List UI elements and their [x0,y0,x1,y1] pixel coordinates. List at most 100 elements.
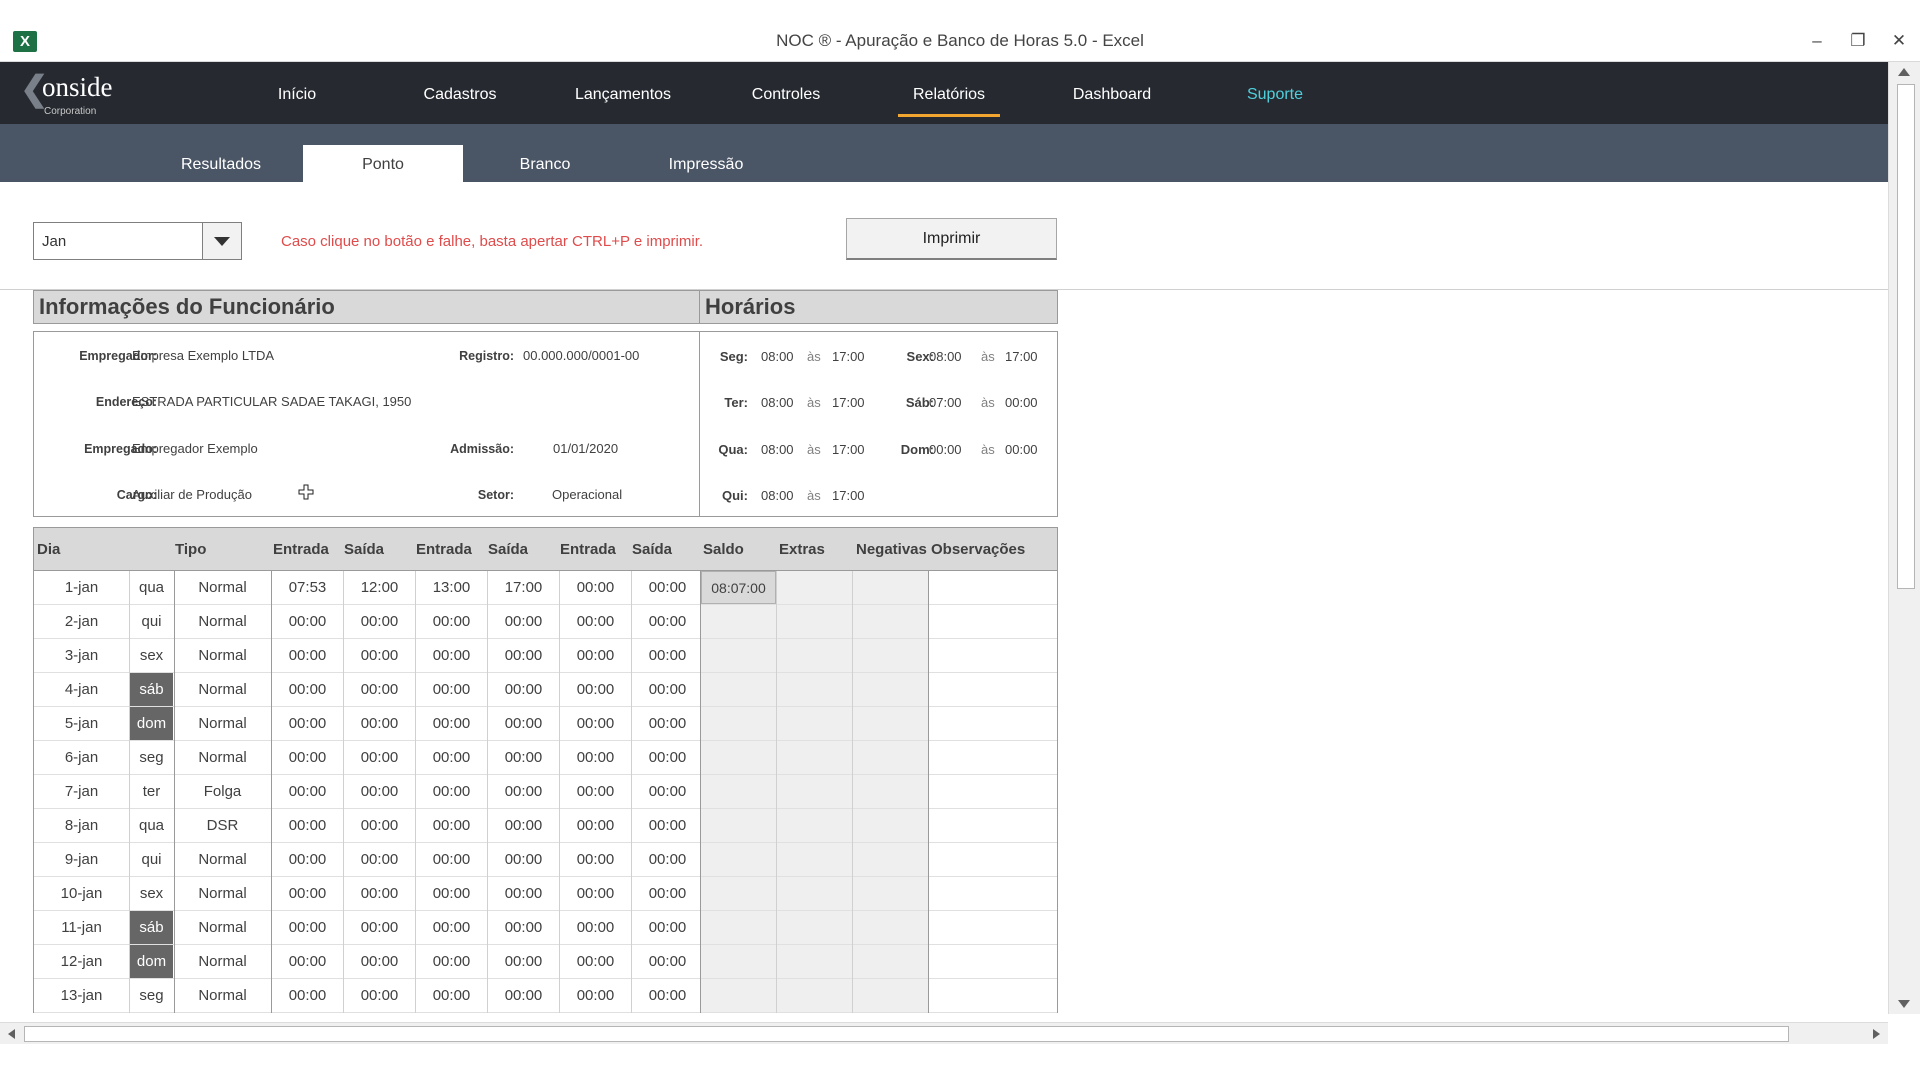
row-time-5[interactable]: 00:00 [560,571,631,604]
row-time-2[interactable]: 00:00 [344,605,415,638]
row-tipo[interactable]: Normal [174,945,271,978]
row-time-3[interactable]: 00:00 [416,775,487,808]
row-time-5[interactable]: 00:00 [560,945,631,978]
row-observacoes[interactable] [929,877,1057,910]
row-time-6[interactable]: 00:00 [632,809,703,842]
nav-suporte[interactable]: Suporte [1247,86,1303,104]
row-observacoes[interactable] [929,911,1057,944]
row-time-3[interactable]: 00:00 [416,911,487,944]
scroll-up-icon[interactable] [1898,68,1910,76]
row-time-6[interactable]: 00:00 [632,775,703,808]
month-select[interactable]: Jan [33,222,242,260]
row-time-2[interactable]: 00:00 [344,741,415,774]
tab-impressao[interactable]: Impressão [669,156,744,174]
row-observacoes[interactable] [929,639,1057,672]
row-observacoes[interactable] [929,775,1057,808]
tab-ponto[interactable]: Ponto [362,156,404,174]
row-time-2[interactable]: 00:00 [344,945,415,978]
row-time-1[interactable]: 00:00 [272,673,343,706]
row-observacoes[interactable] [929,707,1057,740]
restore-icon[interactable]: ❐ [1840,29,1876,53]
vertical-scrollbar[interactable] [1888,62,1920,1014]
row-time-1[interactable]: 00:00 [272,809,343,842]
row-time-4[interactable]: 00:00 [488,843,559,876]
row-time-1[interactable]: 00:00 [272,605,343,638]
row-time-5[interactable]: 00:00 [560,741,631,774]
row-observacoes[interactable] [929,741,1057,774]
row-time-5[interactable]: 00:00 [560,877,631,910]
row-time-6[interactable]: 00:00 [632,877,703,910]
row-time-2[interactable]: 00:00 [344,877,415,910]
horizontal-scroll-thumb[interactable] [24,1026,1789,1042]
row-time-1[interactable]: 00:00 [272,911,343,944]
row-tipo[interactable]: Normal [174,605,271,638]
nav-dashboard[interactable]: Dashboard [1073,86,1151,104]
row-time-5[interactable]: 00:00 [560,979,631,1012]
row-time-4[interactable]: 00:00 [488,741,559,774]
row-time-4[interactable]: 00:00 [488,945,559,978]
row-time-3[interactable]: 00:00 [416,673,487,706]
row-time-6[interactable]: 00:00 [632,911,703,944]
row-time-1[interactable]: 00:00 [272,945,343,978]
row-tipo[interactable]: DSR [174,809,271,842]
print-button[interactable]: Imprimir [846,218,1057,260]
row-time-1[interactable]: 00:00 [272,639,343,672]
scroll-left-icon[interactable] [8,1029,15,1039]
row-tipo[interactable]: Normal [174,741,271,774]
row-tipo[interactable]: Normal [174,639,271,672]
row-time-2[interactable]: 00:00 [344,911,415,944]
row-time-1[interactable]: 00:00 [272,707,343,740]
row-time-3[interactable]: 00:00 [416,707,487,740]
row-time-5[interactable]: 00:00 [560,911,631,944]
row-time-1[interactable]: 00:00 [272,843,343,876]
row-time-4[interactable]: 17:00 [488,571,559,604]
row-time-6[interactable]: 00:00 [632,707,703,740]
row-time-5[interactable]: 00:00 [560,707,631,740]
chevron-down-icon[interactable] [202,223,241,259]
row-time-1[interactable]: 00:00 [272,877,343,910]
nav-cadastros[interactable]: Cadastros [424,86,497,104]
row-time-3[interactable]: 00:00 [416,639,487,672]
row-tipo[interactable]: Normal [174,673,271,706]
row-time-3[interactable]: 13:00 [416,571,487,604]
row-time-2[interactable]: 00:00 [344,979,415,1012]
horizontal-scrollbar[interactable] [0,1022,1888,1044]
row-time-1[interactable]: 00:00 [272,741,343,774]
row-time-6[interactable]: 00:00 [632,673,703,706]
row-tipo[interactable]: Folga [174,775,271,808]
row-time-3[interactable]: 00:00 [416,809,487,842]
scroll-down-icon[interactable] [1898,1000,1910,1008]
row-time-3[interactable]: 00:00 [416,605,487,638]
nav-controles[interactable]: Controles [752,86,820,104]
row-time-2[interactable]: 00:00 [344,639,415,672]
row-time-6[interactable]: 00:00 [632,741,703,774]
row-time-5[interactable]: 00:00 [560,673,631,706]
nav-inicio[interactable]: Início [278,86,316,104]
row-time-3[interactable]: 00:00 [416,877,487,910]
row-time-2[interactable]: 00:00 [344,673,415,706]
row-observacoes[interactable] [929,605,1057,638]
row-time-4[interactable]: 00:00 [488,775,559,808]
scroll-right-icon[interactable] [1873,1029,1880,1039]
nav-relatorios[interactable]: Relatórios [897,86,1001,117]
row-time-4[interactable]: 00:00 [488,979,559,1012]
row-time-1[interactable]: 00:00 [272,979,343,1012]
row-time-5[interactable]: 00:00 [560,775,631,808]
row-time-1[interactable]: 00:00 [272,775,343,808]
row-time-6[interactable]: 00:00 [632,571,703,604]
row-time-4[interactable]: 00:00 [488,809,559,842]
row-tipo[interactable]: Normal [174,843,271,876]
row-observacoes[interactable] [929,571,1057,604]
row-observacoes[interactable] [929,843,1057,876]
tab-branco[interactable]: Branco [520,156,571,174]
row-time-4[interactable]: 00:00 [488,673,559,706]
row-time-2[interactable]: 00:00 [344,707,415,740]
row-time-3[interactable]: 00:00 [416,979,487,1012]
close-icon[interactable]: ✕ [1881,29,1917,53]
minimize-icon[interactable]: – [1799,29,1835,53]
row-time-1[interactable]: 07:53 [272,571,343,604]
row-time-4[interactable]: 00:00 [488,707,559,740]
row-time-5[interactable]: 00:00 [560,639,631,672]
row-time-3[interactable]: 00:00 [416,741,487,774]
row-time-6[interactable]: 00:00 [632,979,703,1012]
